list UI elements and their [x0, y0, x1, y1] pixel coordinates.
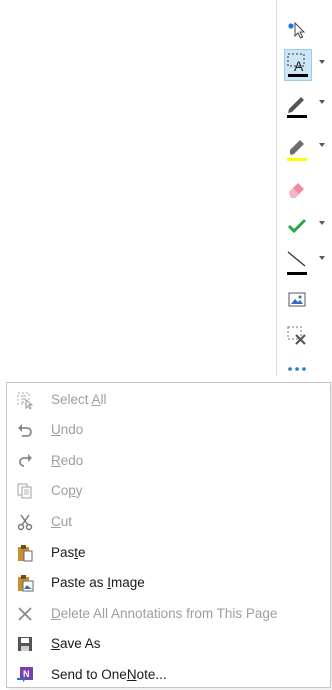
text-box-tool[interactable]: A — [279, 48, 325, 82]
menu-item-cut[interactable]: Cut — [7, 507, 330, 537]
menu-item-undo[interactable]: Undo — [7, 415, 330, 445]
delete-selection-icon — [284, 321, 310, 351]
delete-selection-tool[interactable] — [279, 319, 317, 353]
menu-item-copy[interactable]: Copy — [7, 476, 330, 506]
select-all-icon — [16, 391, 34, 410]
onenote-icon: N — [16, 666, 34, 684]
cut-icon — [16, 513, 34, 531]
chevron-down-icon[interactable] — [319, 60, 325, 64]
image-icon — [284, 285, 310, 315]
paste-icon — [16, 544, 34, 562]
save-icon — [16, 635, 34, 653]
pen-tool[interactable] — [279, 88, 325, 122]
context-menu: Select All Undo Redo Copy Cut Paste Past… — [6, 382, 331, 688]
chevron-down-icon[interactable] — [319, 100, 325, 104]
line-icon — [284, 246, 310, 276]
annotation-toolbar: A — [276, 0, 332, 376]
eraser-tool[interactable] — [279, 172, 317, 206]
eraser-icon — [284, 174, 310, 204]
select-pointer-tool[interactable] — [279, 12, 317, 46]
redo-icon — [16, 452, 34, 470]
select-pointer-icon — [284, 14, 310, 44]
paste-image-icon — [16, 574, 34, 592]
menu-item-send-to-onenote[interactable]: N Send to OneNote... — [7, 660, 330, 690]
highlighter-icon — [284, 133, 310, 163]
menu-item-redo[interactable]: Redo — [7, 446, 330, 476]
checkmark-icon — [284, 211, 310, 241]
chevron-down-icon[interactable] — [319, 143, 325, 147]
highlighter-tool[interactable] — [279, 131, 325, 165]
more-icon — [284, 354, 310, 384]
menu-item-delete-all-annotations[interactable]: Delete All Annotations from This Page — [7, 599, 330, 629]
insert-image-tool[interactable] — [279, 283, 317, 317]
undo-icon — [16, 421, 34, 439]
chevron-down-icon[interactable] — [319, 256, 325, 260]
line-tool[interactable] — [279, 244, 325, 278]
text-box-icon: A — [284, 49, 312, 81]
delete-annotations-icon — [16, 605, 34, 623]
svg-text:A: A — [294, 58, 304, 74]
chevron-down-icon[interactable] — [319, 221, 325, 225]
menu-item-paste-as-image[interactable]: Paste as Image — [7, 568, 330, 598]
copy-icon — [16, 482, 34, 500]
menu-item-paste[interactable]: Paste — [7, 538, 330, 568]
pen-icon — [284, 90, 310, 120]
menu-item-select-all[interactable]: Select All — [7, 385, 330, 415]
checkmark-tool[interactable] — [279, 209, 325, 243]
more-tool[interactable] — [279, 352, 317, 386]
menu-item-save-as[interactable]: Save As — [7, 629, 330, 659]
